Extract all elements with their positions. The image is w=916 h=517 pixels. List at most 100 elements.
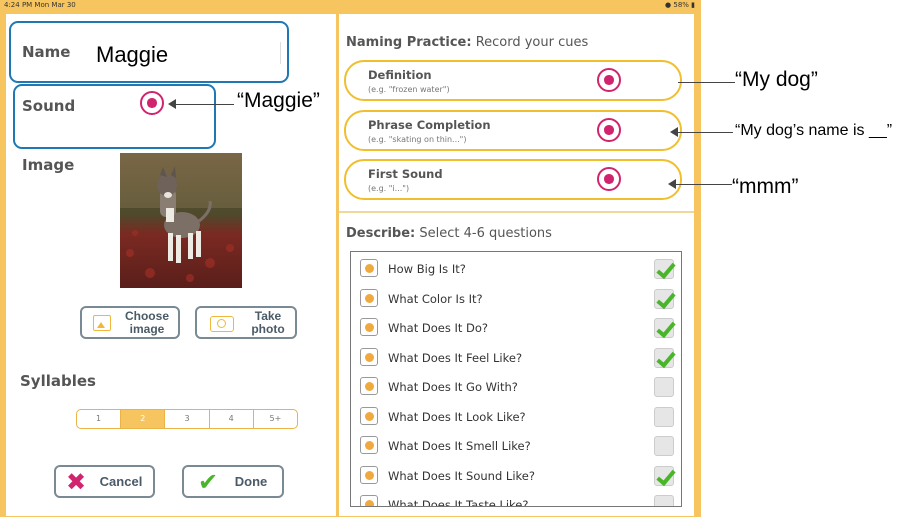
status-time: 4:24 PM Mon Mar 30 bbox=[4, 1, 76, 9]
cue-definition-example: (e.g. "frozen water") bbox=[368, 85, 450, 94]
syllable-option-4[interactable]: 4 bbox=[210, 410, 254, 428]
camera-icon bbox=[210, 316, 234, 332]
battery-indicator: ● 58% ▮ bbox=[665, 1, 695, 9]
battery-percent: 58% bbox=[673, 1, 689, 9]
image-label: Image bbox=[22, 156, 75, 174]
arrow-sound-line bbox=[176, 104, 234, 105]
question-label: What Does It Look Like? bbox=[388, 409, 526, 424]
arrow-phrase-line bbox=[676, 132, 733, 133]
image-icon bbox=[93, 315, 111, 331]
nose-icon bbox=[360, 436, 378, 454]
arrow-first-sound-line bbox=[674, 184, 732, 185]
question-checkbox[interactable] bbox=[654, 288, 674, 309]
choose-image-label-1: Choose bbox=[124, 309, 169, 323]
name-label: Name bbox=[22, 43, 71, 61]
take-photo-label-1: Take bbox=[254, 309, 282, 323]
definition-record-button[interactable] bbox=[597, 68, 621, 92]
question-row[interactable]: What Does It Sound Like? bbox=[351, 461, 681, 490]
question-checkbox[interactable] bbox=[654, 259, 674, 279]
tongue-icon bbox=[360, 495, 378, 506]
question-label: What Does It Smell Like? bbox=[388, 439, 531, 453]
describe-subtitle: Select 4-6 questions bbox=[415, 226, 552, 241]
naming-practice-heading: Naming Practice: Record your cues bbox=[346, 35, 588, 50]
annotation-phrase: “My dog’s name is __” bbox=[735, 122, 893, 139]
done-check-icon: ✔ bbox=[198, 468, 219, 496]
question-label: What Does It Go With? bbox=[388, 380, 518, 394]
question-list[interactable]: How Big Is It? What Color Is It? What Does… bbox=[350, 251, 682, 507]
palette-icon bbox=[360, 288, 378, 307]
question-row[interactable]: What Does It Look Like? bbox=[351, 402, 681, 431]
syllable-option-3[interactable]: 3 bbox=[165, 410, 210, 428]
phrase-record-button[interactable] bbox=[597, 118, 621, 142]
status-bar: 4:24 PM Mon Mar 30 ● 58% ▮ bbox=[0, 0, 701, 12]
describe-title: Describe: bbox=[346, 226, 416, 241]
question-row[interactable]: What Does It Go With? bbox=[351, 372, 681, 401]
cue-phrase-title: Phrase Completion bbox=[368, 118, 491, 132]
naming-practice-subtitle: Record your cues bbox=[471, 35, 589, 50]
section-divider bbox=[339, 211, 694, 213]
cancel-label: Cancel bbox=[99, 474, 143, 489]
name-field-divider bbox=[280, 42, 281, 64]
question-checkbox[interactable] bbox=[654, 347, 674, 368]
question-label: What Does It Feel Like? bbox=[388, 350, 523, 365]
name-field[interactable]: Maggie bbox=[96, 42, 168, 68]
question-label: What Color Is It? bbox=[388, 291, 483, 306]
annotation-sound: “Maggie” bbox=[237, 89, 320, 112]
describe-heading: Describe: Select 4-6 questions bbox=[346, 226, 552, 241]
first-sound-record-button[interactable] bbox=[597, 167, 621, 191]
question-label: What Does It Do? bbox=[388, 321, 489, 335]
cancel-x-icon: ✖ bbox=[66, 468, 87, 496]
done-button[interactable]: ✔ Done bbox=[182, 465, 284, 498]
question-checkbox[interactable] bbox=[654, 377, 674, 397]
question-checkbox[interactable] bbox=[654, 495, 674, 506]
syllable-option-2[interactable]: 2 bbox=[121, 410, 166, 428]
hand-icon bbox=[360, 347, 378, 366]
question-label: How Big Is It? bbox=[388, 262, 466, 276]
cue-phrase-completion: Phrase Completion (e.g. "skating on thin… bbox=[344, 110, 682, 151]
question-row[interactable]: What Does It Feel Like? bbox=[351, 343, 681, 372]
question-row[interactable]: How Big Is It? bbox=[351, 254, 681, 283]
ruler-icon bbox=[360, 259, 378, 277]
choose-image-label-2: image bbox=[129, 322, 165, 336]
cue-first-sound-title: First Sound bbox=[368, 167, 443, 181]
arrow-phrase-head bbox=[670, 127, 678, 137]
choose-image-button[interactable]: Choose image bbox=[80, 306, 180, 339]
question-checkbox[interactable] bbox=[654, 465, 674, 486]
question-row[interactable]: What Does It Smell Like? bbox=[351, 431, 681, 460]
cue-first-sound-example: (e.g. "i...") bbox=[368, 184, 410, 193]
dog-photo bbox=[120, 153, 242, 288]
question-checkbox[interactable] bbox=[654, 406, 674, 427]
cue-phrase-example: (e.g. "skating on thin...") bbox=[368, 135, 467, 144]
question-checkbox[interactable] bbox=[654, 318, 674, 338]
done-label: Done bbox=[234, 474, 268, 489]
question-checkbox[interactable] bbox=[654, 436, 674, 456]
question-label: What Does It Sound Like? bbox=[388, 468, 535, 483]
sound-callout-box bbox=[13, 84, 216, 149]
cancel-button[interactable]: ✖ Cancel bbox=[54, 465, 155, 498]
arrow-definition-line bbox=[678, 82, 735, 83]
sound-label: Sound bbox=[22, 97, 76, 115]
question-label: What Does It Taste Like? bbox=[388, 498, 529, 507]
question-row[interactable]: What Does It Taste Like? bbox=[351, 490, 681, 507]
arrow-sound-head bbox=[168, 99, 176, 109]
question-row[interactable]: What Does It Do? bbox=[351, 313, 681, 342]
cue-first-sound: First Sound (e.g. "i...") bbox=[344, 159, 682, 200]
ipad-screen: 4:24 PM Mon Mar 30 ● 58% ▮ Name Maggie S… bbox=[0, 0, 701, 517]
cue-definition: Definition (e.g. "frozen water") bbox=[344, 60, 682, 101]
take-photo-button[interactable]: Take photo bbox=[195, 306, 297, 339]
annotation-definition: “My dog” bbox=[735, 68, 818, 91]
take-photo-label-2: photo bbox=[251, 322, 285, 336]
question-row[interactable]: What Color Is It? bbox=[351, 284, 681, 313]
syllable-option-1[interactable]: 1 bbox=[77, 410, 122, 428]
annotation-first-sound: “mmm” bbox=[732, 175, 799, 198]
naming-practice-title: Naming Practice: bbox=[346, 35, 472, 50]
syllables-label: Syllables bbox=[20, 372, 96, 390]
link-icon bbox=[360, 377, 378, 395]
arrow-first-sound-head bbox=[668, 179, 676, 189]
syllable-option-5plus[interactable]: 5+ bbox=[254, 410, 297, 428]
cue-definition-title: Definition bbox=[368, 68, 432, 82]
gears-icon bbox=[360, 318, 378, 336]
syllables-selector: 1 2 3 4 5+ bbox=[76, 409, 298, 429]
eye-icon bbox=[360, 406, 378, 425]
sound-record-button[interactable] bbox=[140, 91, 164, 115]
